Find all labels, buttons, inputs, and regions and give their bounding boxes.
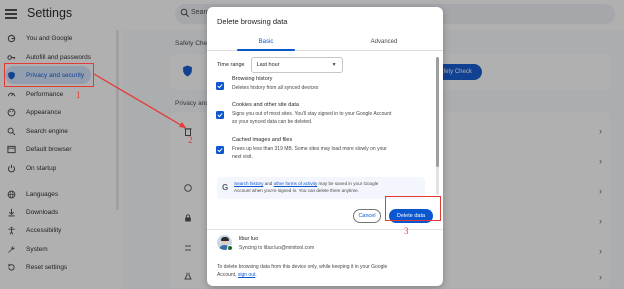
account-name: libur luo	[239, 236, 259, 242]
delete-browsing-data-dialog: Delete browsing data Basic Advanced Time…	[207, 7, 443, 286]
option-title: Browsing history	[232, 76, 273, 82]
time-range-value: Last hour	[256, 62, 280, 68]
time-range-row: Time range Last hour ▼	[217, 57, 343, 73]
annotation-step-3: 3	[404, 226, 409, 236]
option-description-line2: so your synced data can be deleted.	[232, 119, 313, 125]
option-title: Cached images and files	[232, 137, 293, 143]
sign-out-link[interactable]: sign out	[238, 272, 256, 278]
account-row: libur luo Syncing to libur.luo@minitool.…	[217, 235, 433, 253]
checkmark-icon	[217, 148, 223, 153]
google-note-text: Search history and other forms of activi…	[234, 181, 422, 195]
cached-images-checkbox[interactable]	[216, 146, 224, 154]
tab-advanced[interactable]: Advanced	[325, 33, 443, 51]
browsing-history-checkbox[interactable]	[216, 82, 224, 90]
footer-suffix: .	[255, 271, 257, 278]
option-description-line1: Signs you out of most sites. You'll stay…	[232, 111, 392, 117]
dialog-title: Delete browsing data	[217, 17, 288, 26]
annotation-step-2: 2	[188, 135, 193, 145]
option-description-line2: next visit.	[232, 154, 253, 160]
dialog-tabs: Basic Advanced	[207, 33, 443, 51]
note-and: and	[263, 181, 274, 186]
footer-line1: To delete browsing data from this device…	[217, 264, 388, 270]
caret-down-icon: ▼	[331, 62, 337, 68]
sync-status-icon	[227, 245, 233, 251]
dialog-scrollbar[interactable]	[436, 57, 439, 195]
google-icon: G	[222, 183, 229, 192]
search-history-link[interactable]: Search history	[234, 181, 263, 186]
cookies-checkbox[interactable]	[216, 111, 224, 119]
annotation-step-1: 1	[76, 90, 81, 100]
option-title: Cookies and other site data	[232, 102, 299, 108]
checkmark-icon	[217, 84, 223, 89]
dialog-footer-text: To delete browsing data from this device…	[217, 264, 433, 280]
annotation-box-delete	[385, 196, 441, 221]
other-activity-link[interactable]: other forms of activity	[274, 181, 318, 186]
note-rest2: Account when you're signed in. You can d…	[234, 187, 359, 193]
time-range-select[interactable]: Last hour ▼	[250, 57, 343, 73]
footer-prefix: Account,	[217, 271, 238, 278]
option-description-line1: Frees up less than 319 MB. Some sites ma…	[232, 146, 387, 152]
annotation-box-privacy	[4, 63, 94, 87]
checkmark-icon	[217, 113, 223, 118]
cancel-button[interactable]: Cancel	[353, 209, 381, 223]
note-rest1: may be saved in your Google	[317, 181, 379, 186]
account-sync-status: Syncing to libur.luo@minitool.com	[239, 245, 315, 251]
option-description: Deletes history from all synced devices	[232, 85, 319, 91]
time-range-label: Time range	[217, 62, 245, 68]
active-tab-indicator	[237, 49, 295, 51]
scrollbar-thumb[interactable]	[436, 57, 439, 167]
